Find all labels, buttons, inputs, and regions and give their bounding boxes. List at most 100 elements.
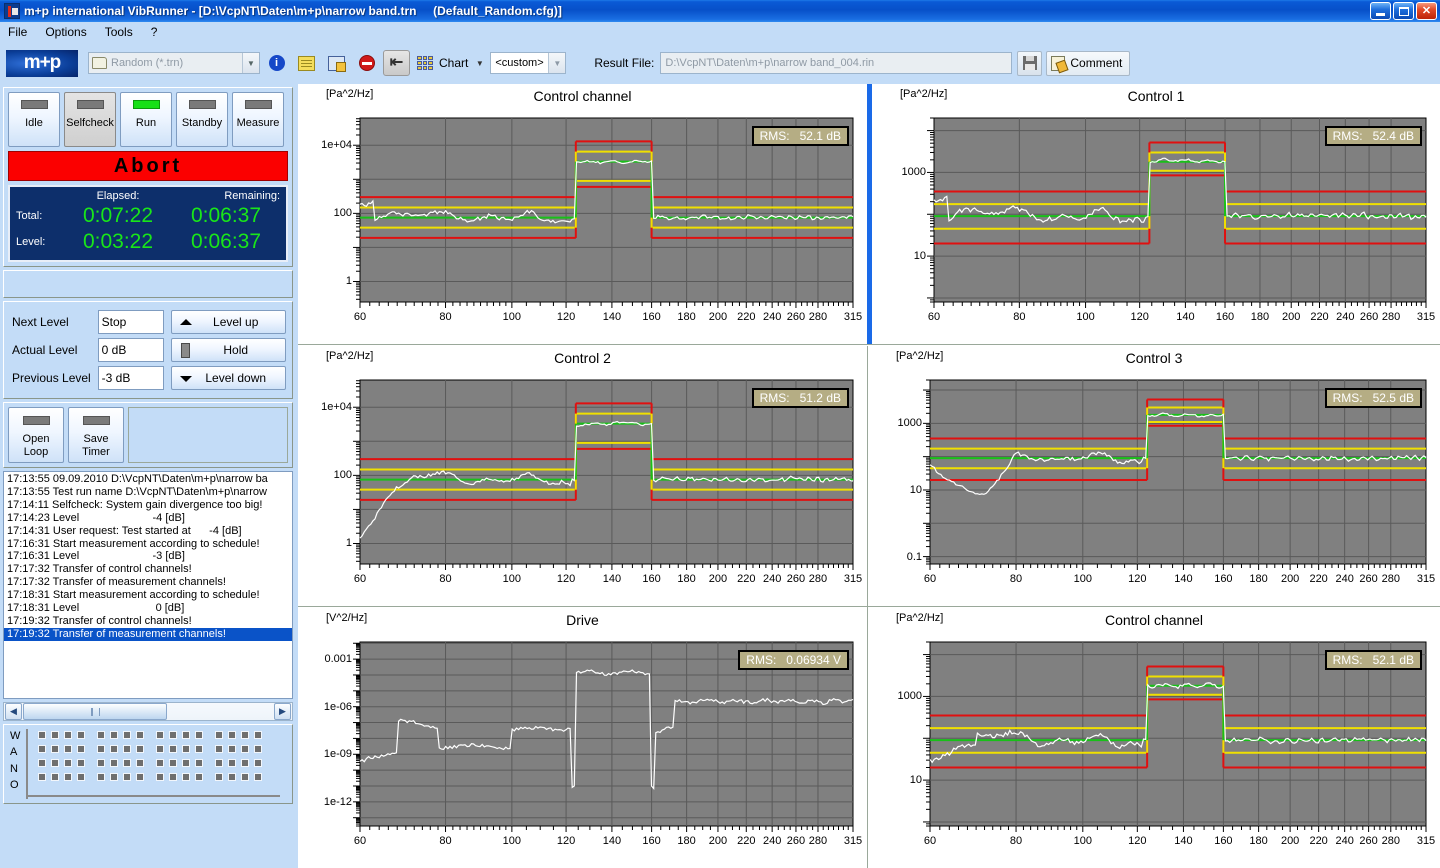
- log-line[interactable]: 17:17:32 Transfer of control channels!: [4, 563, 292, 576]
- log-line[interactable]: 17:18:31 Level 0 [dB]: [4, 602, 292, 615]
- chart-view-button[interactable]: Chart: [412, 50, 473, 76]
- scrollbar-track[interactable]: [167, 703, 273, 720]
- scrollbar-thumb[interactable]: [23, 703, 167, 720]
- state-button-idle[interactable]: Idle: [8, 92, 60, 147]
- chevron-down-icon[interactable]: ▼: [242, 53, 259, 73]
- scroll-right-arrow-icon[interactable]: ▶: [274, 703, 291, 720]
- test-file-combo[interactable]: Random (*.trn) ▼: [88, 52, 260, 74]
- lamp-icon: [20, 100, 48, 109]
- wano-led: [123, 731, 131, 739]
- log-line[interactable]: 17:14:31 User request: Test started at -…: [4, 525, 292, 538]
- layout-preset-combo[interactable]: <custom> ▼: [490, 52, 567, 74]
- wano-led: [228, 731, 236, 739]
- wano-led: [110, 759, 118, 767]
- wano-led: [215, 773, 223, 781]
- log-line-selected[interactable]: 17:19:32 Transfer of measurement channel…: [4, 627, 292, 641]
- wano-letter-column: W A N O: [10, 729, 26, 799]
- chevron-down-icon[interactable]: ▼: [548, 53, 566, 73]
- toolbar: m+p Random (*.trn) ▼ i ⇤ Chart ▼ <custom…: [0, 42, 1440, 84]
- level-control-panel: Next Level Stop Level up Actual Level 0 …: [3, 301, 293, 399]
- chart-panel-control-2[interactable]: [Pa^2/Hz] Control 2 1 100 1e+04 60 80 100 120 140…: [298, 346, 867, 606]
- result-file-input[interactable]: D:\VcpNT\Daten\m+p\narrow band_004.rin: [660, 52, 1013, 74]
- y-axis-tick-label: 1e+04: [321, 401, 352, 414]
- back-button[interactable]: ⇤: [383, 50, 410, 76]
- level-up-button[interactable]: Level up: [171, 310, 286, 334]
- log-line[interactable]: 17:13:55 09.09.2010 D:\VcpNT\Daten\m+p\n…: [4, 473, 292, 486]
- wano-led-group: [97, 759, 144, 767]
- x-axis-tick-label: 60: [923, 835, 937, 847]
- wano-led: [136, 759, 144, 767]
- actual-level-row: Actual Level 0 dB Hold: [12, 338, 286, 362]
- stop-button[interactable]: [353, 50, 380, 76]
- log-line[interactable]: 17:14:23 Level -4 [dB]: [4, 512, 292, 525]
- log-line[interactable]: 17:14:11 Selfcheck: System gain divergen…: [4, 499, 292, 512]
- chart-plot-area[interactable]: [298, 346, 867, 606]
- x-axis-tick-label: 220: [737, 835, 756, 847]
- state-button-measure[interactable]: Measure: [232, 92, 284, 147]
- level-down-button[interactable]: Level down: [171, 366, 286, 390]
- chart-plot-area[interactable]: [872, 84, 1440, 344]
- wano-led-row: [38, 773, 286, 781]
- maximize-button[interactable]: [1393, 2, 1414, 20]
- previous-level-label: Previous Level: [12, 371, 91, 385]
- notes-button[interactable]: [293, 50, 320, 76]
- state-button-standby[interactable]: Standby: [176, 92, 228, 147]
- state-button-selfcheck[interactable]: Selfcheck: [64, 92, 116, 147]
- log-horizontal-scrollbar[interactable]: ◀ ▶: [3, 702, 293, 721]
- pause-icon: [181, 343, 191, 358]
- log-line[interactable]: 17:19:32 Transfer of control channels!: [4, 615, 292, 628]
- scroll-left-arrow-icon[interactable]: ◀: [5, 703, 22, 720]
- menu-item-help[interactable]: ?: [151, 25, 158, 39]
- chart-column-splitter-selected[interactable]: [867, 84, 872, 344]
- actual-level-input[interactable]: 0 dB: [97, 338, 165, 362]
- chart-plot-area[interactable]: [298, 608, 867, 868]
- state-label: Standby: [181, 117, 223, 129]
- x-axis-tick-label: 220: [1309, 835, 1328, 847]
- save-result-button[interactable]: [1017, 50, 1043, 76]
- rms-readout: RMS: 52.5 dB: [1324, 388, 1422, 408]
- next-level-input[interactable]: Stop: [97, 310, 165, 334]
- chart-panel-control-3[interactable]: [Pa^2/Hz] Control 3 0.1 10 1000 60 80 100 120 140…: [868, 346, 1440, 606]
- log-line[interactable]: 17:13:55 Test run name D:\VcpNT\Daten\m+…: [4, 486, 292, 499]
- save-timer-button[interactable]: Save Timer: [68, 407, 124, 463]
- log-line[interactable]: 17:16:31 Level -3 [dB]: [4, 550, 292, 563]
- result-file-label: Result File:: [594, 56, 655, 70]
- previous-level-input[interactable]: -3 dB: [97, 366, 165, 390]
- x-axis-tick-label: 160: [642, 311, 661, 323]
- x-axis-tick-label: 240: [762, 835, 782, 847]
- comment-button[interactable]: Comment: [1046, 50, 1131, 76]
- event-log-list[interactable]: 17:13:55 09.09.2010 D:\VcpNT\Daten\m+p\n…: [3, 471, 293, 699]
- chart-plot-area[interactable]: [868, 608, 1440, 868]
- notes-icon: [298, 55, 315, 71]
- log-line[interactable]: 17:17:32 Transfer of measurement channel…: [4, 576, 292, 589]
- application-window: m+p international VibRunner - [D:\VcpNT\…: [0, 0, 1440, 868]
- menu-item-tools[interactable]: Tools: [105, 25, 133, 39]
- menu-item-file[interactable]: File: [8, 25, 27, 39]
- menu-item-options[interactable]: Options: [45, 25, 86, 39]
- chart-plot-area[interactable]: [868, 346, 1440, 606]
- previous-level-row: Previous Level -3 dB Level down: [12, 366, 286, 390]
- info-button[interactable]: i: [263, 50, 290, 76]
- report-button[interactable]: [323, 50, 350, 76]
- abort-button[interactable]: Abort: [8, 151, 288, 181]
- wano-led: [169, 745, 177, 753]
- open-loop-button[interactable]: Open Loop: [8, 407, 64, 463]
- chart-panel-control-channel-top[interactable]: [Pa^2/Hz] Control channel 1 100 1e+04 60 80 100…: [298, 84, 867, 344]
- chart-plot-area[interactable]: [298, 84, 867, 344]
- wano-led: [156, 773, 164, 781]
- control-sidebar: Idle Selfcheck Run Standby Measure Abort…: [0, 84, 296, 868]
- x-axis-tick-label: 240: [1335, 835, 1354, 847]
- chart-dropdown-arrow-icon[interactable]: ▼: [473, 50, 486, 76]
- hold-button[interactable]: Hold: [171, 338, 286, 362]
- log-line[interactable]: 17:18:31 Start measurement according to …: [4, 589, 292, 602]
- wano-led: [182, 773, 190, 781]
- state-button-run[interactable]: Run: [120, 92, 172, 147]
- log-line[interactable]: 17:16:31 Start measurement according to …: [4, 538, 292, 551]
- chart-panel-drive[interactable]: [V^2/Hz] Drive 1e-12 1e-09 1e-06 0.001 60 80 100…: [298, 608, 867, 868]
- level-label: Level:: [16, 236, 46, 248]
- chart-panel-control-channel-bottom[interactable]: [Pa^2/Hz] Control channel 10 1000 60 80 100 120…: [868, 608, 1440, 868]
- chart-panel-control-1[interactable]: [Pa^2/Hz] Control 1 10 1000 60 80 100 120 140 160…: [872, 84, 1440, 344]
- close-button[interactable]: ✕: [1416, 2, 1437, 20]
- x-axis-tick-label: 80: [439, 573, 452, 585]
- minimize-button[interactable]: [1370, 2, 1391, 20]
